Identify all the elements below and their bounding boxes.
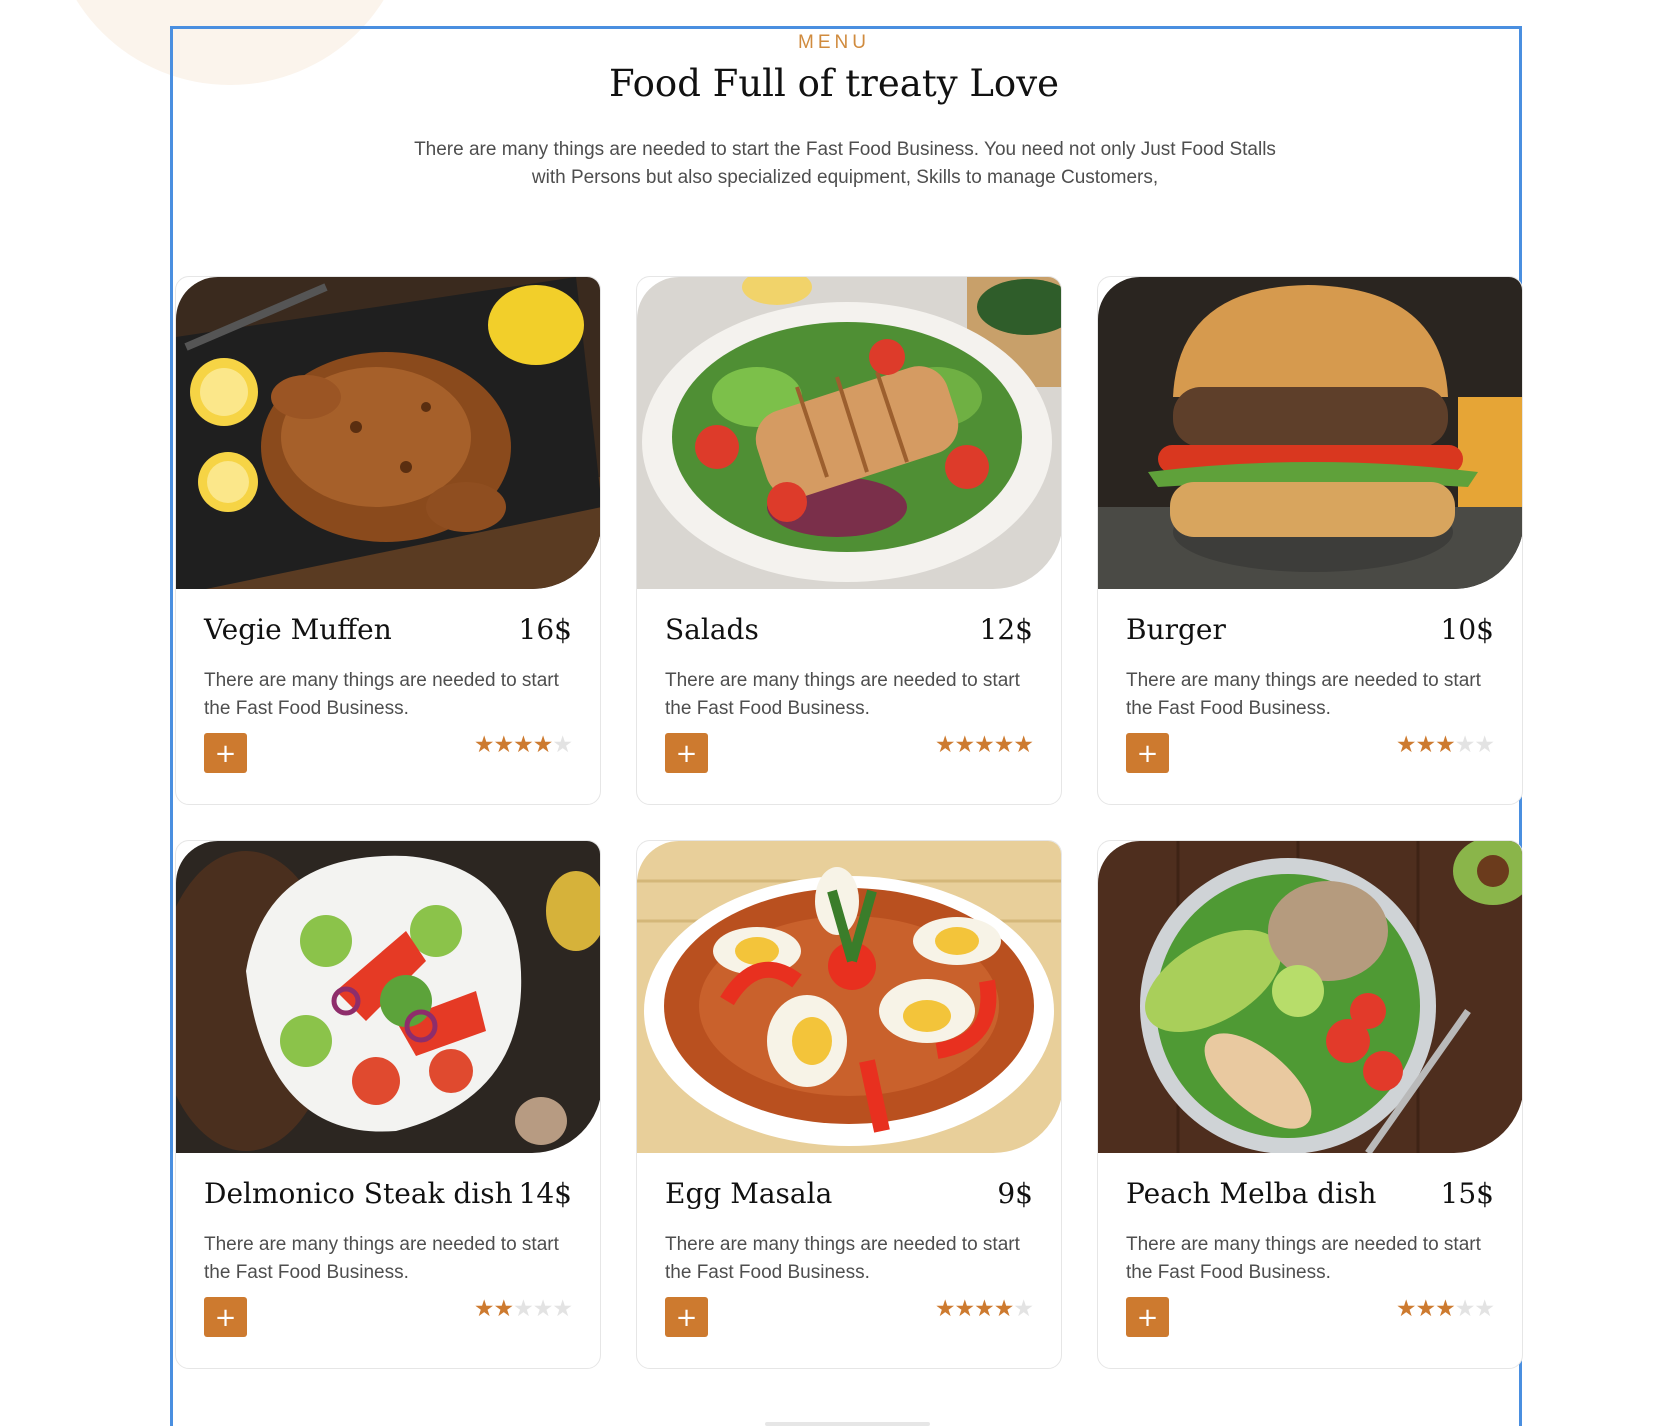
section-subtitle: There are many things are needed to star… bbox=[414, 139, 1276, 188]
item-description: There are many things are needed to star… bbox=[665, 670, 1020, 719]
star-icon: ★ bbox=[1474, 1296, 1495, 1322]
star-icon: ★ bbox=[974, 1296, 995, 1322]
item-description: There are many things are needed to star… bbox=[1126, 670, 1481, 719]
carousel-indicator bbox=[765, 1422, 930, 1426]
menu-page: MENU Food Full of treaty Love There are … bbox=[0, 0, 1668, 1426]
star-icon: ★ bbox=[552, 1296, 573, 1322]
menu-card: Delmonico Steak dish 14$ There are many … bbox=[175, 840, 601, 1369]
item-price: 12$ bbox=[979, 613, 1033, 646]
star-icon: ★ bbox=[552, 732, 573, 758]
item-price: 14$ bbox=[518, 1177, 572, 1210]
star-icon: ★ bbox=[1435, 732, 1456, 758]
rating-stars: ★★★★★ bbox=[1395, 1296, 1495, 1322]
add-to-cart-button[interactable]: + bbox=[204, 1297, 247, 1337]
star-icon: ★ bbox=[532, 732, 554, 758]
star-icon: ★ bbox=[473, 732, 495, 758]
star-icon: ★ bbox=[954, 1296, 976, 1322]
star-icon: ★ bbox=[934, 732, 956, 758]
star-icon: ★ bbox=[1415, 1296, 1437, 1322]
rating-stars: ★★★★★ bbox=[934, 732, 1034, 758]
burger-image bbox=[1098, 277, 1522, 589]
star-icon: ★ bbox=[1474, 732, 1495, 758]
star-icon: ★ bbox=[1395, 1296, 1417, 1322]
add-to-cart-button[interactable]: + bbox=[204, 733, 247, 773]
star-icon: ★ bbox=[513, 732, 534, 758]
menu-card: Burger 10$ There are many things are nee… bbox=[1097, 276, 1523, 805]
star-icon: ★ bbox=[473, 1296, 495, 1322]
star-icon: ★ bbox=[1454, 1296, 1476, 1322]
rating-stars: ★★★★★ bbox=[934, 1296, 1034, 1322]
egg-masala-image bbox=[637, 841, 1061, 1153]
add-to-cart-button[interactable]: + bbox=[1126, 1297, 1169, 1337]
star-icon: ★ bbox=[1454, 732, 1476, 758]
rating-stars: ★★★★★ bbox=[473, 732, 573, 758]
star-icon: ★ bbox=[1415, 732, 1437, 758]
item-name: Delmonico Steak dish bbox=[204, 1177, 513, 1210]
roast-chicken-image bbox=[176, 277, 600, 589]
item-name: Salads bbox=[665, 613, 759, 646]
item-description: There are many things are needed to star… bbox=[204, 1234, 559, 1283]
menu-card: Egg Masala 9$ There are many things are … bbox=[636, 840, 1062, 1369]
item-price: 16$ bbox=[518, 613, 572, 646]
section-title: Food Full of treaty Love bbox=[609, 62, 1059, 105]
star-icon: ★ bbox=[493, 732, 515, 758]
star-icon: ★ bbox=[954, 732, 976, 758]
rating-stars: ★★★★★ bbox=[1395, 732, 1495, 758]
star-icon: ★ bbox=[1013, 1296, 1034, 1322]
item-description: There are many things are needed to star… bbox=[665, 1234, 1020, 1283]
section-eyebrow: MENU bbox=[798, 32, 870, 53]
item-name: Vegie Muffen bbox=[204, 613, 392, 646]
star-icon: ★ bbox=[993, 1296, 1015, 1322]
item-price: 9$ bbox=[997, 1177, 1033, 1210]
item-name: Burger bbox=[1126, 613, 1226, 646]
add-to-cart-button[interactable]: + bbox=[665, 733, 708, 773]
menu-card: Salads 12$ There are many things are nee… bbox=[636, 276, 1062, 805]
star-icon: ★ bbox=[934, 1296, 956, 1322]
item-price: 10$ bbox=[1440, 613, 1494, 646]
menu-card: Peach Melba dish 15$ There are many thin… bbox=[1097, 840, 1523, 1369]
item-description: There are many things are needed to star… bbox=[1126, 1234, 1481, 1283]
buddha-bowl-image bbox=[1098, 841, 1522, 1153]
add-to-cart-button[interactable]: + bbox=[1126, 733, 1169, 773]
vegetable-salad-image bbox=[176, 841, 600, 1153]
star-icon: ★ bbox=[1013, 732, 1034, 758]
star-icon: ★ bbox=[532, 1296, 554, 1322]
item-description: There are many things are needed to star… bbox=[204, 670, 559, 719]
star-icon: ★ bbox=[513, 1296, 534, 1322]
item-name: Peach Melba dish bbox=[1126, 1177, 1377, 1210]
star-icon: ★ bbox=[993, 732, 1015, 758]
item-price: 15$ bbox=[1440, 1177, 1494, 1210]
star-icon: ★ bbox=[1435, 1296, 1456, 1322]
star-icon: ★ bbox=[493, 1296, 515, 1322]
star-icon: ★ bbox=[974, 732, 995, 758]
menu-card: Vegie Muffen 16$ There are many things a… bbox=[175, 276, 601, 805]
chicken-salad-image bbox=[637, 277, 1061, 589]
rating-stars: ★★★★★ bbox=[473, 1296, 573, 1322]
item-name: Egg Masala bbox=[665, 1177, 833, 1210]
star-icon: ★ bbox=[1395, 732, 1417, 758]
add-to-cart-button[interactable]: + bbox=[665, 1297, 708, 1337]
